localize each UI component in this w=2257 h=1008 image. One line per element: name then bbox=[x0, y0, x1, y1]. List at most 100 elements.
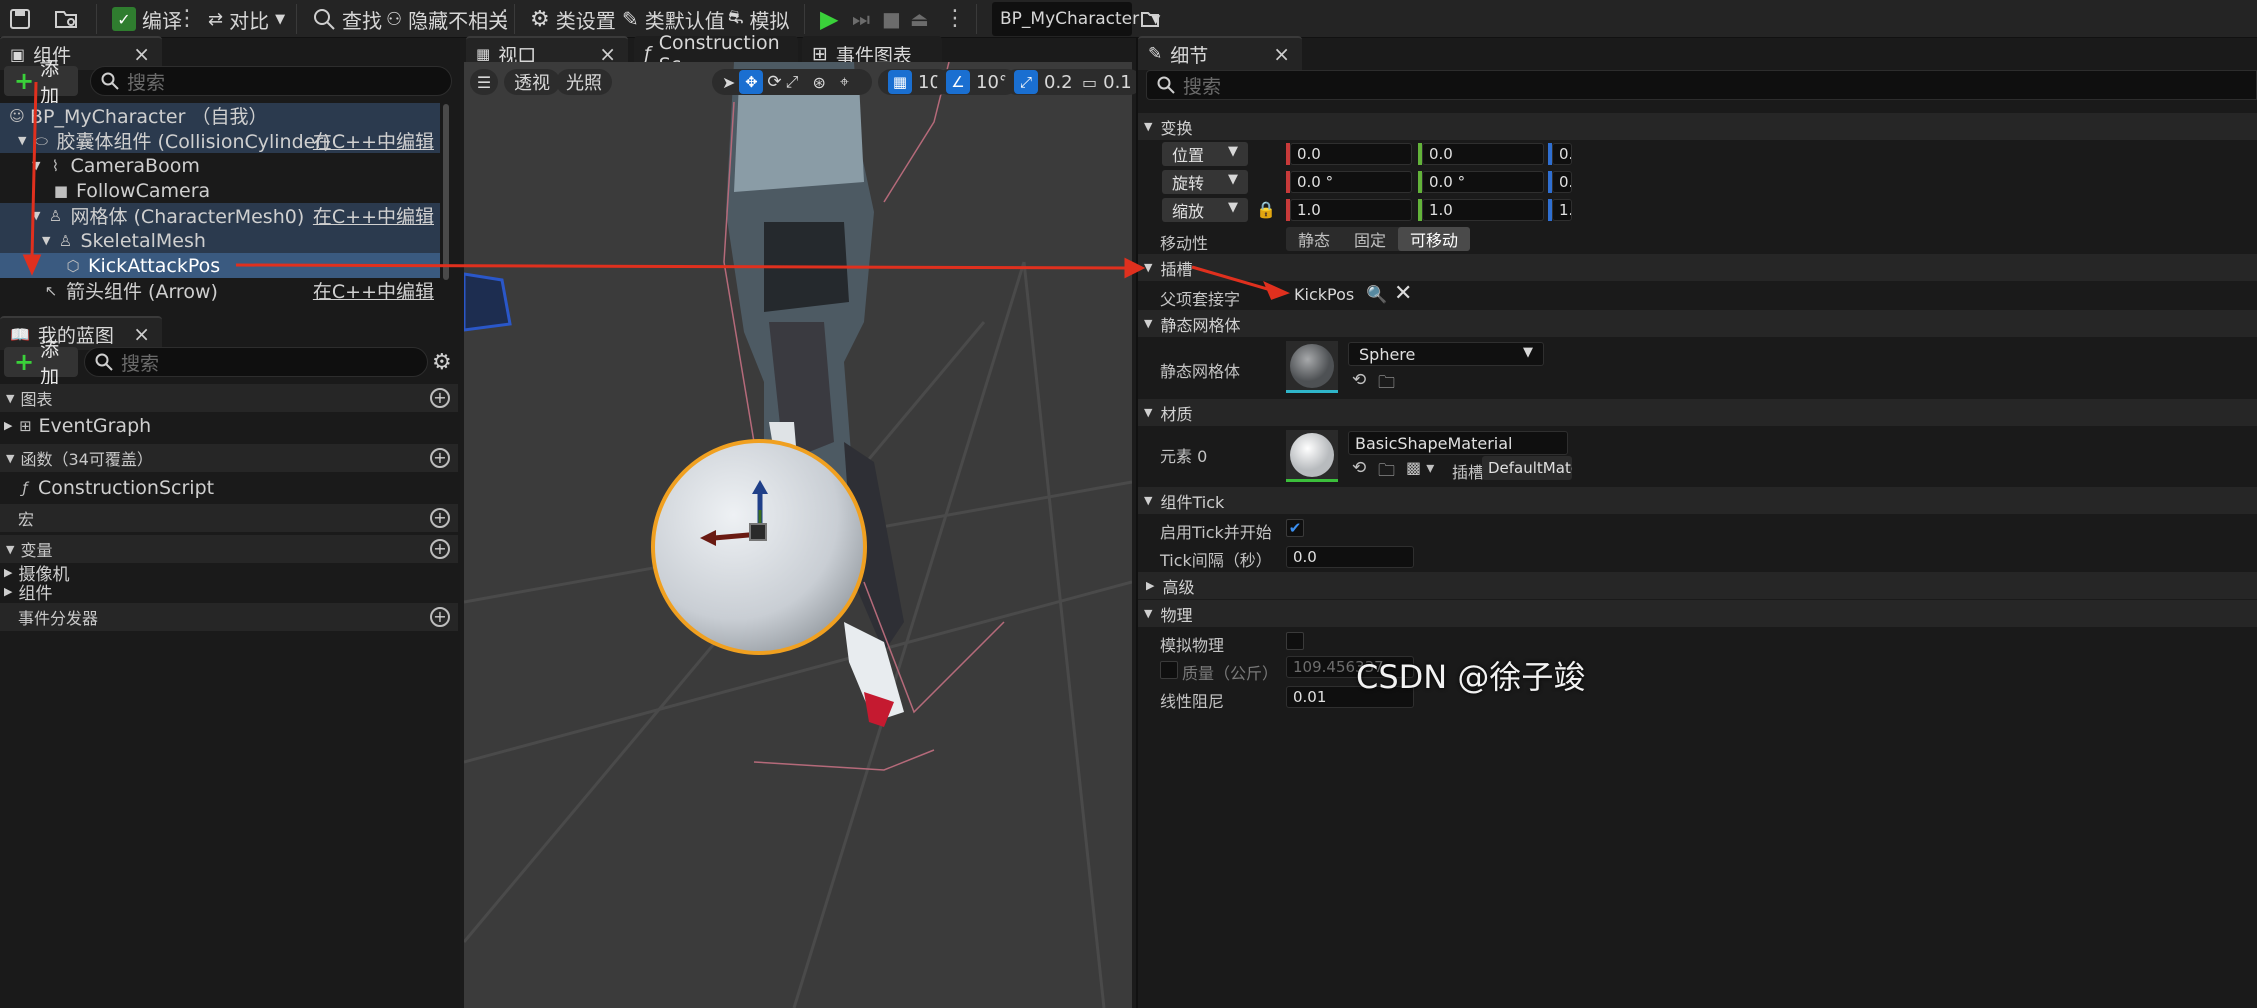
add-function-icon[interactable]: + bbox=[430, 448, 450, 468]
compile-options-menu[interactable]: ⋮ bbox=[176, 6, 198, 31]
browse-button[interactable] bbox=[54, 2, 80, 36]
browse-asset-icon[interactable]: 🗀 bbox=[1378, 458, 1395, 487]
macros-section-header[interactable]: 宏 + bbox=[0, 504, 458, 532]
parent-socket-value[interactable]: KickPos bbox=[1294, 285, 1354, 304]
material-slot-dropdown[interactable]: DefaultMaterial bbox=[1482, 456, 1572, 480]
scale-x-field[interactable]: 1.0 bbox=[1290, 199, 1412, 221]
step-button[interactable]: ⏭ bbox=[852, 2, 870, 36]
static-mesh-thumbnail[interactable] bbox=[1286, 341, 1338, 393]
simulate-button[interactable]: ⛐ 模拟 bbox=[728, 2, 790, 36]
scale-z-field[interactable]: 1.0 bbox=[1552, 199, 1572, 221]
graphs-section-header[interactable]: ▼ 图表 + bbox=[0, 384, 458, 412]
save-button[interactable] bbox=[8, 2, 32, 36]
tick-interval-field[interactable]: 0.0 bbox=[1286, 546, 1414, 568]
component-row-arrow[interactable]: ↖ 箭头组件 (Arrow) 在C++中编辑 bbox=[0, 278, 440, 303]
add-variable-icon[interactable]: + bbox=[430, 539, 450, 559]
world-local-icon[interactable]: ⊛ bbox=[812, 73, 825, 92]
simulate-physics-checkbox[interactable] bbox=[1286, 632, 1304, 650]
add-dispatcher-icon[interactable]: + bbox=[430, 607, 450, 627]
component-row-capsule[interactable]: ▼ ⬭ 胶囊体组件 (CollisionCylinder) 在C++中编辑 bbox=[0, 128, 440, 153]
location-z-field[interactable]: 0.0 bbox=[1552, 143, 1572, 165]
gear-icon[interactable]: ⚙ bbox=[432, 350, 452, 375]
sockets-section-header[interactable]: ▼ 插槽 bbox=[1138, 254, 2257, 281]
static-mesh-dropdown[interactable]: Sphere ▼ bbox=[1348, 342, 1544, 366]
eject-button[interactable]: ⏏ bbox=[910, 2, 929, 36]
mobility-stationary-option[interactable]: 固定 bbox=[1342, 227, 1398, 251]
debug-object-selector[interactable]: BP_MyCharacter ▼ bbox=[992, 2, 1160, 36]
close-icon[interactable]: × bbox=[133, 322, 150, 346]
construction-script-item[interactable]: ƒ ConstructionScript bbox=[0, 475, 440, 500]
rotation-y-field[interactable]: 0.0 ° bbox=[1422, 171, 1544, 193]
location-x-field[interactable]: 0.0 bbox=[1290, 143, 1412, 165]
viewport-options-button[interactable]: ☰ bbox=[470, 69, 498, 95]
component-row-kickattackpos[interactable]: ⬡ KickAttackPos bbox=[0, 253, 440, 278]
edit-in-cpp-link[interactable]: 在C++中编辑 bbox=[313, 127, 434, 154]
scale-dropdown[interactable]: 缩放 ▼ bbox=[1162, 198, 1248, 222]
details-search-input[interactable]: 搜索 bbox=[1146, 70, 2257, 100]
material-thumbnail[interactable] bbox=[1286, 430, 1338, 482]
material-field[interactable]: BasicShapeMaterial bbox=[1348, 431, 1568, 455]
components-search-input[interactable]: 搜索 bbox=[90, 66, 452, 96]
hide-options-menu[interactable]: ⋮ bbox=[494, 6, 516, 31]
advanced-section-header[interactable]: ▶ 高级 bbox=[1138, 572, 2257, 599]
scale-icon[interactable]: ⤢ bbox=[786, 72, 799, 92]
component-row-followcamera[interactable]: ■ FollowCamera bbox=[0, 178, 440, 203]
materials-section-header[interactable]: ▼ 材质 bbox=[1138, 399, 2257, 426]
physics-section-header[interactable]: ▼ 物理 bbox=[1138, 600, 2257, 627]
dispatchers-section-header[interactable]: 事件分发器 + bbox=[0, 603, 458, 631]
edit-in-cpp-link[interactable]: 在C++中编辑 bbox=[313, 277, 434, 304]
close-icon[interactable]: × bbox=[1273, 42, 1290, 66]
rotate-icon[interactable]: ⟳ bbox=[767, 72, 781, 92]
blueprint-search-input[interactable]: 搜索 bbox=[84, 347, 428, 377]
mass-override-checkbox[interactable] bbox=[1160, 661, 1178, 679]
find-debug-object-button[interactable] bbox=[1140, 2, 1160, 36]
class-defaults-button[interactable]: ✎ 类默认值 bbox=[622, 2, 725, 36]
use-selected-icon[interactable]: ⟲ bbox=[1352, 458, 1366, 478]
location-dropdown[interactable]: 位置 ▼ bbox=[1162, 142, 1248, 166]
rotation-z-field[interactable]: 0.0 bbox=[1552, 171, 1572, 193]
compile-button[interactable]: ✓ 编译 bbox=[112, 2, 182, 36]
find-button[interactable]: 查找 bbox=[312, 2, 382, 36]
location-y-field[interactable]: 0.0 bbox=[1422, 143, 1544, 165]
material-options-icon[interactable]: ▩ ▾ bbox=[1406, 458, 1434, 477]
components-scrollbar[interactable] bbox=[443, 104, 449, 280]
mobility-movable-option[interactable]: 可移动 bbox=[1398, 227, 1471, 251]
browse-socket-icon[interactable]: 🔍 bbox=[1366, 285, 1387, 305]
blueprint-add-button[interactable]: + 添加 bbox=[4, 339, 78, 388]
tick-start-checkbox[interactable]: ✔ bbox=[1286, 519, 1304, 537]
lit-button[interactable]: 光照 bbox=[556, 69, 612, 95]
browse-asset-icon[interactable]: 🗀 bbox=[1378, 370, 1395, 399]
close-icon[interactable]: × bbox=[133, 42, 150, 66]
select-icon[interactable]: ➤ bbox=[722, 73, 735, 92]
tab-my-blueprint[interactable]: 📖 我的蓝图 × bbox=[0, 316, 162, 350]
component-row-mesh[interactable]: ▼ ♙ 网格体 (CharacterMesh0) 在C++中编辑 bbox=[0, 203, 440, 228]
variable-category-components[interactable]: ▶ 组件 bbox=[0, 581, 440, 604]
perspective-button[interactable]: 透视 bbox=[504, 69, 560, 95]
add-graph-icon[interactable]: + bbox=[430, 388, 450, 408]
tab-components[interactable]: ▣ 组件 × bbox=[0, 36, 162, 70]
surface-snap-icon[interactable]: ⌖ bbox=[840, 72, 849, 92]
use-selected-icon[interactable]: ⟲ bbox=[1352, 370, 1366, 390]
hide-unrelated-button[interactable]: ⚇ 隐藏不相关 bbox=[386, 2, 508, 36]
component-row-self[interactable]: ☺ BP_MyCharacter （自我） bbox=[0, 103, 440, 128]
class-settings-button[interactable]: ⚙ 类设置 bbox=[530, 2, 616, 36]
add-macro-icon[interactable]: + bbox=[430, 508, 450, 528]
rotation-dropdown[interactable]: 旋转 ▼ bbox=[1162, 170, 1248, 194]
clear-socket-icon[interactable]: ✕ bbox=[1394, 281, 1412, 306]
tab-details[interactable]: ✎ 细节 × bbox=[1138, 36, 1302, 70]
tick-section-header[interactable]: ▼ 组件Tick bbox=[1138, 487, 2257, 514]
static-mesh-section-header[interactable]: ▼ 静态网格体 bbox=[1138, 310, 2257, 337]
scale-y-field[interactable]: 1.0 bbox=[1422, 199, 1544, 221]
play-options-menu[interactable]: ⋮ bbox=[944, 6, 966, 31]
viewport[interactable] bbox=[464, 62, 1132, 1008]
lock-icon[interactable]: 🔒 bbox=[1256, 200, 1276, 219]
transform-section-header[interactable]: ▼ 变换 bbox=[1138, 113, 2257, 140]
variable-category-camera[interactable]: ▶ 摄像机 bbox=[0, 562, 440, 585]
play-button[interactable]: ▶ bbox=[820, 2, 838, 36]
diff-button[interactable]: ⇄ 对比 ▼ bbox=[208, 2, 285, 36]
camera-speed-button[interactable]: ▭ 0.1 bbox=[1072, 69, 1142, 95]
edit-in-cpp-link[interactable]: 在C++中编辑 bbox=[313, 202, 434, 229]
eventgraph-item[interactable]: ▶ ⊞ EventGraph bbox=[0, 413, 440, 438]
rotation-x-field[interactable]: 0.0 ° bbox=[1290, 171, 1412, 193]
stop-button[interactable]: ■ bbox=[882, 2, 901, 36]
